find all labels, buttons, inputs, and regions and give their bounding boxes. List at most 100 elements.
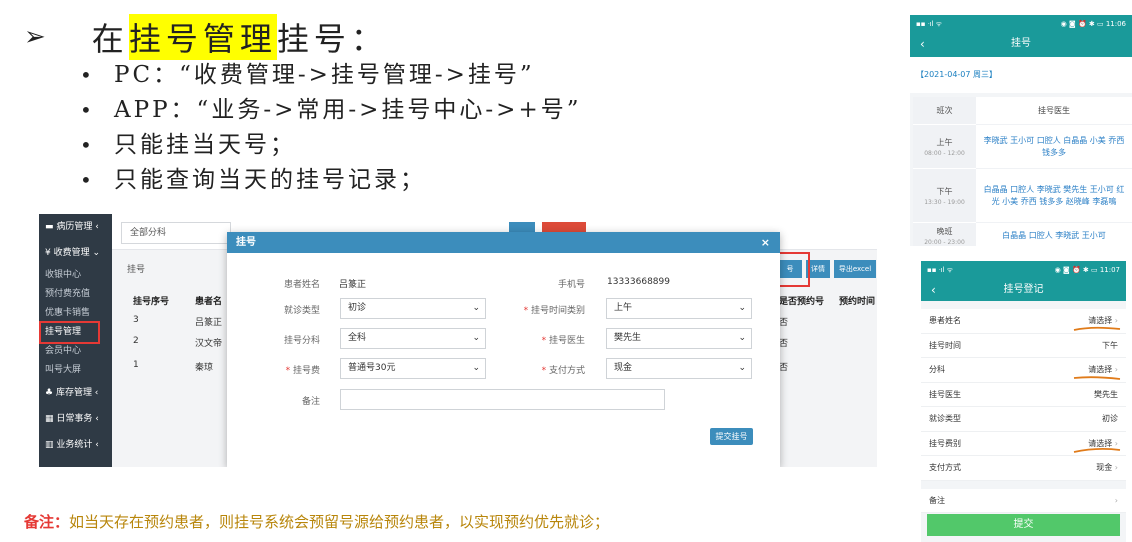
phone-label: 手机号 bbox=[557, 280, 585, 290]
row-no: 1 bbox=[133, 360, 139, 370]
field-patient[interactable]: 患者姓名 请选择 bbox=[921, 309, 1126, 334]
doctor-list[interactable]: 李晓武 王小可 口腔人 白晶晶 小美 乔西 钱多多 bbox=[976, 125, 1132, 169]
calendar-icon: ▦ bbox=[45, 414, 57, 424]
chevron-right-icon: › bbox=[1114, 495, 1118, 505]
close-icon[interactable]: × bbox=[761, 232, 770, 253]
visit-type-label: 就诊类型 bbox=[283, 306, 320, 316]
bullet-list: PC：“收费管理->挂号管理->挂号” APP：“业务->常用->挂号中心->+… bbox=[80, 58, 581, 198]
fee-label: * 挂号费 bbox=[285, 366, 320, 376]
list-label: 挂号 bbox=[127, 265, 146, 275]
phone-registration-center: ▪▪ ᐧıl ᯤ ◉ ◙ ⏰ ✱ ▭ 11:06 ‹ 挂号 【2021-04-0… bbox=[910, 15, 1132, 246]
status-bar: ▪▪ ᐧıl ᯤ ◉ ◙ ⏰ ✱ ▭ 11:06 bbox=[910, 15, 1132, 34]
back-icon[interactable]: ‹ bbox=[931, 280, 936, 300]
chevron-down-icon: ⌄ bbox=[738, 363, 746, 373]
col-header-appt-time: 预约时间 bbox=[839, 297, 876, 307]
sidebar-item-prepaid[interactable]: 预付费充值 bbox=[39, 285, 112, 304]
patient-label: 患者姓名 bbox=[283, 280, 320, 290]
field-payment[interactable]: 支付方式 现金 bbox=[921, 456, 1126, 481]
field-dept[interactable]: 分科 请选择 bbox=[921, 358, 1126, 383]
dept-filter-select[interactable]: 全部分科 bbox=[121, 222, 231, 244]
time-type-select[interactable]: 上午 ⌄ bbox=[606, 298, 752, 319]
time-type-label: * 挂号时间类别 bbox=[523, 306, 585, 316]
doctor-label: * 挂号医生 bbox=[541, 336, 585, 346]
bullet-item: PC：“收费管理->挂号管理->挂号” bbox=[80, 58, 581, 93]
shift-row: 晚班 20:00 - 23:00 白晶晶 口腔人 李晓武 王小可 bbox=[913, 223, 1132, 246]
nav-bar: ‹ 挂号登记 bbox=[921, 280, 1126, 301]
col-doctor: 挂号医生 bbox=[976, 97, 1132, 125]
sidebar-item-call-screen[interactable]: 叫号大屏 bbox=[39, 361, 112, 380]
submit-button[interactable]: 提交 bbox=[927, 514, 1120, 536]
pay-label: * 支付方式 bbox=[541, 366, 585, 376]
field-doctor[interactable]: 挂号医生 樊先生 bbox=[921, 382, 1126, 407]
bar-chart-icon: ▥ bbox=[45, 440, 57, 450]
sidebar-group-stats[interactable]: ▥ 业务统计 ‹ bbox=[39, 432, 112, 458]
shift-row: 上午 08:00 - 12:00 李晓武 王小可 口腔人 白晶晶 小美 乔西 钱多… bbox=[913, 125, 1132, 169]
sidebar: ▬ 病历管理 ‹ ¥ 收费管理 ⌄ 收银中心 预付费充值 优惠卡销售 挂号管理 … bbox=[39, 214, 112, 467]
heading-suffix: 挂号： bbox=[276, 20, 388, 58]
visit-type-select[interactable]: 初诊 ⌄ bbox=[340, 298, 486, 319]
note-text: 如当天存在预约患者，则挂号系统会预留号源给预约患者，以实现预约优先就诊； bbox=[69, 513, 610, 531]
back-icon[interactable]: ‹ bbox=[920, 34, 925, 54]
col-header-appt: 是否预约号 bbox=[779, 297, 825, 307]
orange-underline-annotation bbox=[1073, 326, 1121, 331]
field-time[interactable]: 挂号时间 下午 bbox=[921, 333, 1126, 358]
field-fee-type[interactable]: 挂号费别 请选择 bbox=[921, 431, 1126, 456]
note-label: 备注： bbox=[24, 513, 70, 531]
patient-value: 吕篆正 bbox=[339, 280, 367, 290]
col-shift: 班次 bbox=[913, 97, 976, 125]
dept-label: 挂号分科 bbox=[283, 336, 320, 346]
sidebar-group-records[interactable]: ▬ 病历管理 ‹ bbox=[39, 214, 112, 240]
bullet-item: 只能查询当天的挂号记录； bbox=[80, 163, 581, 198]
chevron-down-icon: ⌄ bbox=[472, 363, 480, 373]
bullet-item: APP：“业务->常用->挂号中心->+号” bbox=[80, 93, 581, 128]
chevron-down-icon: ⌄ bbox=[472, 303, 480, 313]
orange-underline-annotation bbox=[1073, 447, 1121, 453]
sidebar-item-registration[interactable]: 挂号管理 bbox=[39, 321, 100, 344]
doctor-list[interactable]: 白晶晶 口腔人 李晓武 樊先生 王小可 红光 小美 乔西 钱多多 赵晓峰 李磊鳴 bbox=[976, 169, 1132, 223]
field-visit-type[interactable]: 就诊类型 初诊 bbox=[921, 407, 1126, 432]
bed-icon: ▬ bbox=[45, 222, 57, 232]
remark-input[interactable] bbox=[340, 389, 665, 410]
bullet-item: 只能挂当天号； bbox=[80, 128, 581, 163]
slide-heading: ➢ 在 挂号管理 挂号： bbox=[24, 14, 388, 60]
chevron-down-icon: ⌄ bbox=[738, 333, 746, 343]
remark-label: 备注 bbox=[301, 397, 320, 407]
sidebar-group-inventory[interactable]: ♣ 库存管理 ‹ bbox=[39, 380, 112, 406]
table-header: 班次 挂号医生 bbox=[913, 97, 1132, 125]
fee-select[interactable]: 普通号30元 ⌄ bbox=[340, 358, 486, 379]
sidebar-item-card-sale[interactable]: 优惠卡销售 bbox=[39, 304, 112, 323]
shift-cell: 下午 13:30 - 19:00 bbox=[913, 169, 976, 223]
modal-header: 挂号 × bbox=[227, 232, 780, 253]
field-remark[interactable]: 备注 › bbox=[921, 488, 1126, 513]
chevron-down-icon: ⌄ bbox=[472, 333, 480, 343]
row-name: 汉文帝 bbox=[195, 339, 223, 349]
phone-registration-form: ▪▪ ᐧıl ᯤ ◉ ◙ ⏰ ✱ ▭ 11:07 ‹ 挂号登记 患者姓名 请选择… bbox=[921, 261, 1126, 542]
sidebar-item-cashier[interactable]: 收银中心 bbox=[39, 266, 112, 285]
sidebar-item-members[interactable]: 会员中心 bbox=[39, 342, 112, 361]
doctor-select[interactable]: 樊先生 ⌄ bbox=[606, 328, 752, 349]
sidebar-group-daily[interactable]: ▦ 日常事务 ‹ bbox=[39, 406, 112, 432]
shift-row: 下午 13:30 - 19:00 白晶晶 口腔人 李晓武 樊先生 王小可 红光 小… bbox=[913, 169, 1132, 223]
register-modal: 挂号 × 患者姓名 吕篆正 手机号 13333668899 就诊类型 初诊 ⌄ *… bbox=[227, 232, 780, 467]
desktop-screenshot: ▬ 病历管理 ‹ ¥ 收费管理 ⌄ 收银中心 预付费充值 优惠卡销售 挂号管理 … bbox=[39, 214, 877, 467]
heading-highlight: 挂号管理 bbox=[128, 14, 277, 60]
slide-note: 备注：如当天存在预约患者，则挂号系统会预留号源给预约患者，以实现预约优先就诊； bbox=[24, 511, 609, 532]
date-label: 【2021-04-07 周三】 bbox=[910, 57, 1132, 93]
shift-cell: 晚班 20:00 - 23:00 bbox=[913, 223, 976, 246]
row-no: 2 bbox=[133, 336, 139, 346]
row-name: 吕篆正 bbox=[195, 318, 223, 328]
heading-prefix: 在 bbox=[91, 20, 129, 58]
phone-value: 13333668899 bbox=[607, 277, 670, 287]
dept-select[interactable]: 全科 ⌄ bbox=[340, 328, 486, 349]
status-bar: ▪▪ ᐧıl ᯤ ◉ ◙ ⏰ ✱ ▭ 11:07 bbox=[921, 261, 1126, 280]
submit-register-button[interactable]: 提交挂号 bbox=[710, 428, 753, 445]
export-excel-button[interactable]: 导出excel bbox=[834, 260, 876, 278]
arrow-bullet-icon: ➢ bbox=[24, 22, 46, 52]
pay-select[interactable]: 现金 ⌄ bbox=[606, 358, 752, 379]
modal-title: 挂号 bbox=[236, 237, 256, 248]
schedule-table: 班次 挂号医生 上午 08:00 - 12:00 李晓武 王小可 口腔人 白晶晶 … bbox=[913, 97, 1132, 246]
sidebar-group-billing[interactable]: ¥ 收费管理 ⌄ bbox=[39, 240, 112, 266]
orange-underline-annotation bbox=[1073, 375, 1121, 380]
doctor-list[interactable]: 白晶晶 口腔人 李晓武 王小可 bbox=[976, 223, 1132, 246]
page-title: 挂号登记 bbox=[1003, 284, 1044, 295]
